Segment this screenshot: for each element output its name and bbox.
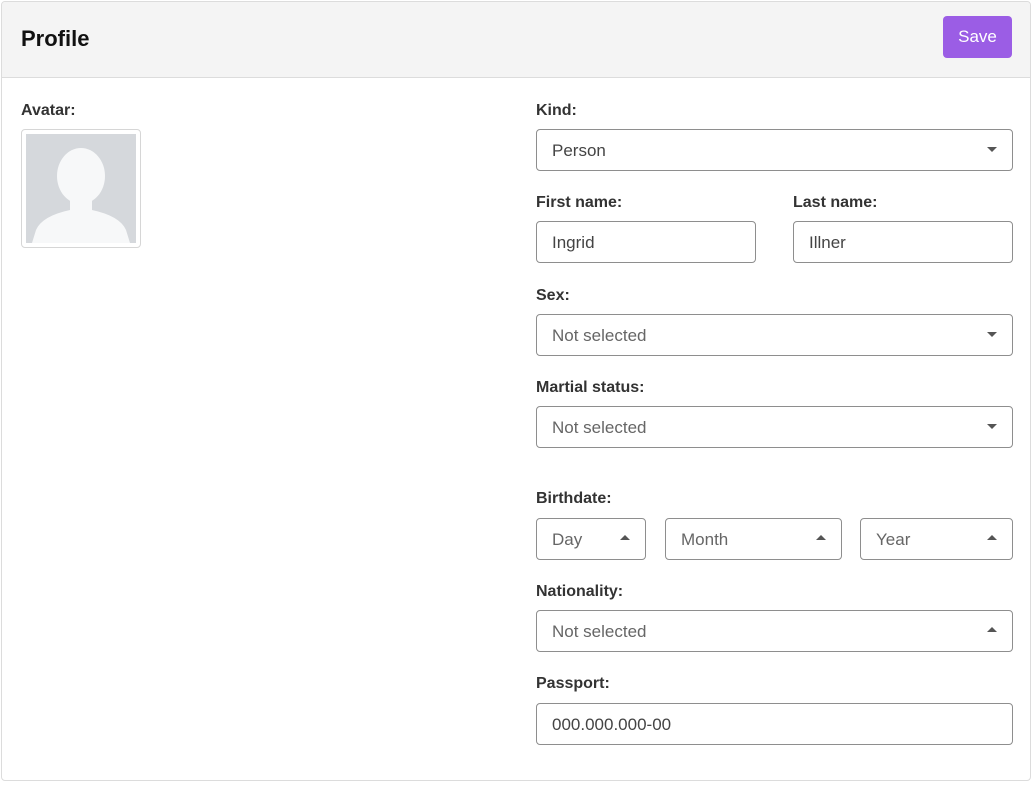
birthdate-month-select[interactable]: Month <box>665 518 842 560</box>
sex-label: Sex: <box>536 287 570 304</box>
birthdate-label: Birthdate: <box>536 490 612 507</box>
profile-header: Profile Save <box>2 2 1030 78</box>
nationality-select-value: Not selected <box>552 622 647 641</box>
first-name-field[interactable]: Ingrid <box>536 221 756 263</box>
sex-select[interactable]: Not selected <box>536 314 1013 356</box>
birthdate-month-value: Month <box>681 530 729 549</box>
last-name-value: Illner <box>809 233 846 252</box>
last-name-field[interactable]: Illner <box>793 221 1013 263</box>
avatar <box>26 134 136 243</box>
birthdate-day-select[interactable]: Day <box>536 518 646 560</box>
person-silhouette-icon <box>32 148 130 243</box>
last-name-label: Last name: <box>793 194 878 211</box>
first-name-value: Ingrid <box>552 233 595 252</box>
caret-up-icon <box>987 535 997 540</box>
first-name-label: First name: <box>536 194 623 211</box>
caret-down-icon <box>987 332 997 337</box>
page-title: Profile <box>21 26 90 51</box>
marital-status-label: Martial status: <box>536 379 645 396</box>
caret-down-icon <box>987 424 997 429</box>
marital-status-select[interactable]: Not selected <box>536 406 1013 448</box>
marital-status-select-value: Not selected <box>552 418 647 437</box>
caret-up-icon <box>987 627 997 632</box>
kind-select[interactable]: Person <box>536 129 1013 171</box>
nationality-label: Nationality: <box>536 583 624 600</box>
birthdate-day-value: Day <box>552 530 583 549</box>
birthdate-year-select[interactable]: Year <box>860 518 1013 560</box>
sex-select-value: Not selected <box>552 326 647 345</box>
kind-select-value: Person <box>552 141 606 160</box>
nationality-select[interactable]: Not selected <box>536 610 1013 652</box>
caret-up-icon <box>816 535 826 540</box>
passport-value: 000.000.000-00 <box>552 715 672 734</box>
profile-card: Profile Save Avatar: Kind: Person First … <box>1 1 1031 781</box>
passport-label: Passport: <box>536 675 610 692</box>
caret-up-icon <box>620 535 630 540</box>
birthdate-year-value: Year <box>876 530 911 549</box>
kind-label: Kind: <box>536 102 577 119</box>
caret-down-icon <box>987 147 997 152</box>
avatar-picker[interactable] <box>21 129 141 248</box>
passport-field[interactable]: 000.000.000-00 <box>536 703 1013 745</box>
avatar-label: Avatar: <box>21 102 76 119</box>
save-button[interactable]: Save <box>943 16 1012 58</box>
